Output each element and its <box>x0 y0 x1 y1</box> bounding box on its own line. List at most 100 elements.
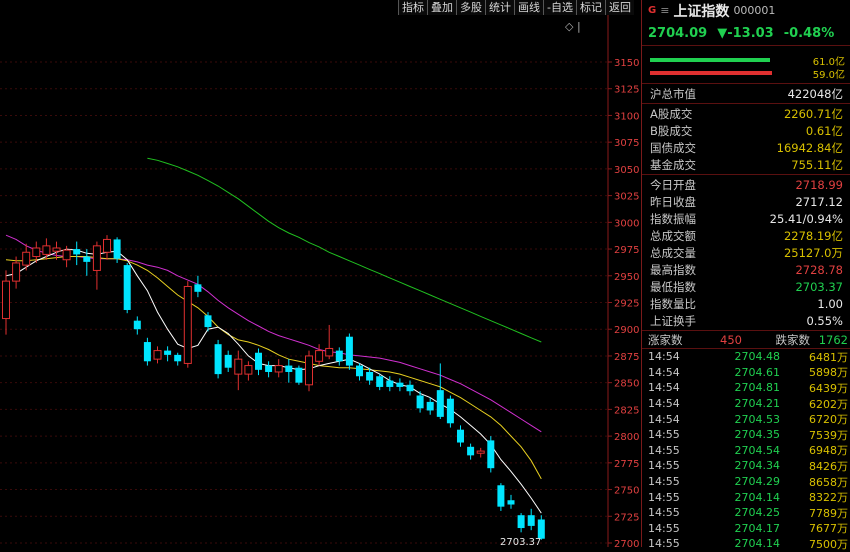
toolbar-button[interactable]: 统计 <box>485 0 514 15</box>
advance-decline: 涨家数 450 跌家数 1762 <box>642 331 850 349</box>
tick-time: 14:55 <box>648 506 680 520</box>
index-code: 000001 <box>733 4 776 17</box>
tick-volume: 6948万 <box>809 444 848 458</box>
toolbar-button[interactable]: 返回 <box>604 0 634 15</box>
tick-list[interactable]: 14:54 2704.48 6481万 14:54 2704.61 5898万 14:54 2… <box>642 349 850 552</box>
index-name: 上证指数 <box>673 3 730 20</box>
axis-tick-label: 2850 <box>614 379 639 390</box>
axis-tick-label: 2775 <box>614 459 639 470</box>
candle-body <box>345 336 353 366</box>
tick-time: 14:55 <box>648 443 680 457</box>
candle-body <box>325 347 334 357</box>
candle <box>457 425 464 447</box>
stat-row: 指数振幅 25.41/0.94% <box>642 210 850 227</box>
chart-nav-icons[interactable]: ◇ | <box>565 20 581 33</box>
candle-body <box>507 500 515 505</box>
candle-body <box>123 265 131 310</box>
candle-body <box>113 239 121 259</box>
tick-volume: 8322万 <box>809 491 848 505</box>
kline-chart[interactable]: 3150 3125 3100 3075 3050 3025 3000 2975 2950 2925… <box>0 0 640 547</box>
stat-value: 422048亿 <box>787 86 843 101</box>
menu-icon[interactable]: ≡ <box>660 4 669 17</box>
stat-row: 指数量比 1.00 <box>642 295 850 312</box>
tick-time: 14:55 <box>648 475 680 489</box>
tick-row: 14:54 2704.48 6481万 <box>642 349 850 365</box>
tick-volume: 5898万 <box>809 366 848 380</box>
tick-time: 14:54 <box>648 365 680 379</box>
stat-label: A股成交 <box>650 106 693 121</box>
flow-bar-inflow <box>650 58 770 62</box>
stat-row: 今日开盘 2718.99 <box>642 176 850 193</box>
toolbar-button[interactable]: 画线 <box>514 0 543 15</box>
stat-label: 总成交额 <box>650 228 696 243</box>
candle <box>143 337 151 366</box>
candle-body <box>396 382 404 387</box>
last-price: 2704.09 <box>648 25 708 41</box>
candle-body <box>426 401 434 411</box>
candle-body <box>174 354 182 362</box>
tick-price: 2704.34 <box>734 459 781 473</box>
candle <box>234 350 243 391</box>
candle <box>356 363 363 381</box>
money-flow: 61.0亿 59.0亿 <box>642 46 850 84</box>
candle <box>153 346 162 364</box>
panel-header: G ≡ 上证指数 000001 <box>642 0 850 21</box>
candle-body <box>234 358 243 375</box>
candle <box>194 275 202 298</box>
group-badge[interactable]: G <box>648 5 656 16</box>
tick-row: 14:55 2704.14 7500万 <box>642 536 850 552</box>
axis-tick-label: 3000 <box>614 218 639 229</box>
tick-volume: 7500万 <box>809 537 848 551</box>
candle-body <box>517 515 525 529</box>
toolbar-button[interactable]: 指标 <box>398 0 427 15</box>
toolbar-button[interactable]: 多股 <box>456 0 485 15</box>
candle <box>285 359 293 383</box>
stat-label: 指数振幅 <box>650 211 696 226</box>
toolbar-button[interactable]: -自选 <box>543 0 576 15</box>
candle-body <box>274 365 283 373</box>
stat-row: 总成交量 25127.0万 <box>642 244 850 261</box>
price-grid <box>0 61 608 544</box>
advance-count: 450 <box>720 332 742 347</box>
candle <box>103 235 111 260</box>
candle <box>345 333 353 370</box>
axis-tick-label: 3025 <box>614 192 639 203</box>
tick-row: 14:54 2704.81 6439万 <box>642 380 850 396</box>
candle-body <box>295 367 303 383</box>
tick-price: 2704.53 <box>734 412 781 426</box>
stat-row: 总成交额 2278.19亿 <box>642 227 850 244</box>
stat-value: 0.61亿 <box>805 123 843 138</box>
tick-price: 2704.48 <box>734 350 781 364</box>
stat-value: 25127.0万 <box>783 245 843 260</box>
stats-section: 今日开盘 2718.99 昨日收盘 2717.12 指数振幅 25.41/0.94% 总成交… <box>642 175 850 331</box>
tick-price: 2704.25 <box>734 506 781 520</box>
candle <box>467 443 475 460</box>
candle-body <box>62 249 71 261</box>
tick-time: 14:55 <box>648 459 680 473</box>
candle-body <box>497 485 505 507</box>
toolbar-button[interactable]: 标记 <box>575 0 605 15</box>
candle <box>527 508 535 531</box>
axis-tick-label: 3050 <box>614 165 639 176</box>
stat-value: 2728.78 <box>795 262 843 277</box>
axis-tick-label: 2875 <box>614 352 639 363</box>
candle-body <box>386 380 394 387</box>
stat-row: 国债成交 16942.84亿 <box>642 139 850 156</box>
candle-body <box>457 429 464 443</box>
candle-body <box>527 515 535 526</box>
stat-label: 昨日收盘 <box>650 194 696 209</box>
stat-label: 国债成交 <box>650 140 696 155</box>
candle <box>396 378 404 392</box>
tick-time: 14:54 <box>648 350 680 364</box>
stat-label: 指数量比 <box>650 296 696 311</box>
tick-row: 14:55 2704.14 8322万 <box>642 489 850 505</box>
stat-row: A股成交 2260.71亿 <box>642 105 850 122</box>
toolbar-button[interactable]: 叠加 <box>427 0 456 15</box>
tick-time: 14:55 <box>648 490 680 504</box>
stat-value: 1.00 <box>817 296 843 311</box>
candle-body <box>446 398 454 424</box>
candle <box>22 243 31 271</box>
candle-body <box>366 371 374 381</box>
candle-body <box>487 440 495 469</box>
stat-row: 昨日收盘 2717.12 <box>642 193 850 210</box>
